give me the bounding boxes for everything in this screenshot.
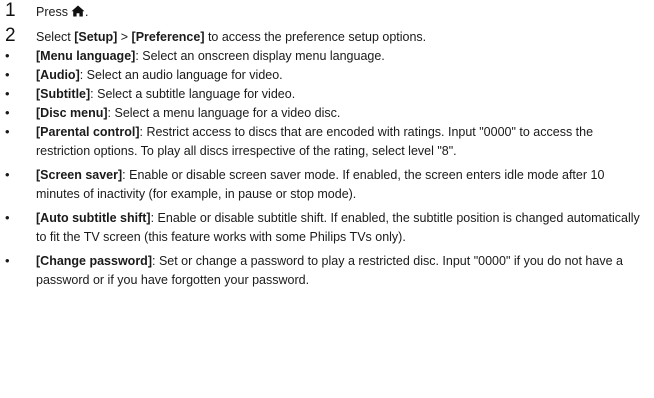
bullet-audio: • [Audio]: Select an audio language for …	[0, 66, 654, 85]
option-description: : Select an audio language for video.	[79, 68, 283, 82]
bullet-parental-control: • [Parental control]: Restrict access to…	[0, 123, 654, 160]
bullet-icon: •	[5, 210, 10, 225]
bullet-icon: •	[5, 86, 10, 101]
option-term: [Audio]	[36, 68, 80, 82]
bullet-text: [Subtitle]: Select a subtitle language f…	[36, 85, 646, 104]
step-text: Select [Setup] > [Preference] to access …	[36, 29, 426, 45]
option-term: [Parental control]	[36, 125, 140, 139]
step-number: 2	[5, 25, 16, 46]
option-term: [Menu language]	[36, 49, 136, 63]
option-description: : Select a menu language for a video dis…	[107, 106, 341, 120]
step-text: Press.	[36, 4, 88, 20]
bullet-change-password: • [Change password]: Set or change a pas…	[0, 252, 654, 289]
bullet-menu-language: • [Menu language]: Select an onscreen di…	[0, 47, 654, 66]
option-term: [Subtitle]	[36, 87, 91, 101]
step-1-period: .	[84, 5, 89, 19]
bullet-text: [Disc menu]: Select a menu language for …	[36, 104, 646, 123]
bullet-text: [Menu language]: Select an onscreen disp…	[36, 47, 646, 66]
bullet-text: [Change password]: Set or change a passw…	[36, 252, 646, 289]
option-term: [Disc menu]	[36, 106, 108, 120]
instruction-document: 1 Press. 2 Select [Setup] > [Preference]…	[0, 0, 654, 289]
step-2: 2 Select [Setup] > [Preference] to acces…	[0, 25, 654, 47]
step-1-label: Press	[36, 5, 68, 19]
bullet-icon: •	[5, 67, 10, 82]
step-2-post: to access the preference setup options.	[204, 30, 427, 44]
bullet-subtitle: • [Subtitle]: Select a subtitle language…	[0, 85, 654, 104]
option-term: [Change password]	[36, 254, 152, 268]
step-2-separator: >	[117, 30, 132, 44]
bullet-auto-subtitle-shift: • [Auto subtitle shift]: Enable or disab…	[0, 209, 654, 246]
setup-menu-term: [Setup]	[74, 30, 118, 44]
option-description: : Enable or disable screen saver mode. I…	[36, 168, 605, 201]
option-term: [Auto subtitle shift]	[36, 211, 151, 225]
bullet-screen-saver: • [Screen saver]: Enable or disable scre…	[0, 166, 654, 203]
bullet-icon: •	[5, 124, 10, 139]
bullet-text: [Audio]: Select an audio language for vi…	[36, 66, 646, 85]
bullet-icon: •	[5, 105, 10, 120]
bullet-icon: •	[5, 253, 10, 268]
bullet-disc-menu: • [Disc menu]: Select a menu language fo…	[0, 104, 654, 123]
bullet-text: [Screen saver]: Enable or disable screen…	[36, 166, 646, 203]
bullet-text: [Parental control]: Restrict access to d…	[36, 123, 646, 160]
option-description: : Select an onscreen display menu langua…	[135, 49, 385, 63]
bullet-icon: •	[5, 48, 10, 63]
home-icon	[71, 5, 85, 17]
step-2-pre: Select	[36, 30, 75, 44]
option-term: [Screen saver]	[36, 168, 123, 182]
bullet-text: [Auto subtitle shift]: Enable or disable…	[36, 209, 646, 246]
preference-menu-term: [Preference]	[131, 30, 205, 44]
step-1: 1 Press.	[0, 0, 654, 22]
option-description: : Select a subtitle language for video.	[90, 87, 296, 101]
bullet-icon: •	[5, 167, 10, 182]
step-number: 1	[5, 0, 16, 21]
